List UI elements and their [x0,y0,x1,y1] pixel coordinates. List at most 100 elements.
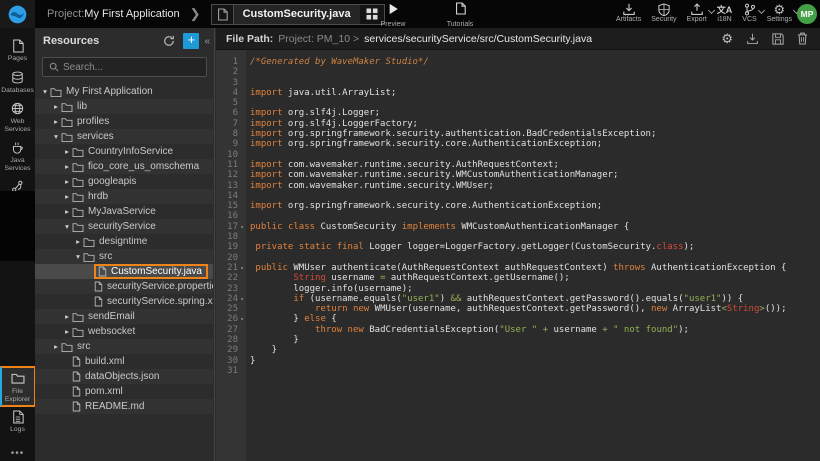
expand-arrow-icon[interactable]: ▸ [62,207,72,216]
wavemaker-logo[interactable] [0,0,35,28]
sidebar-item-databases[interactable]: Databases [0,66,35,98]
code-line-23[interactable]: 23 logger.info(username); [216,284,820,294]
tutorials-button[interactable]: Tutorials [438,2,482,28]
user-avatar[interactable]: MP [797,4,817,24]
code-line-8[interactable]: 8import org.springframework.security.aut… [216,129,820,139]
tree-item-fico-core-us-omschema[interactable]: ▸fico_core_us_omschema [35,159,213,174]
collapse-arrow-icon[interactable]: ▾ [62,222,72,231]
expand-arrow-icon[interactable]: ▸ [62,162,72,171]
tree-item-sendemail[interactable]: ▸sendEmail [35,309,213,324]
sidebar-item-more[interactable]: ••• [0,442,35,456]
i18n-button[interactable]: 文Ai18N [717,2,733,23]
code-line-31[interactable]: 31 [216,366,820,376]
code-line-7[interactable]: 7import org.slf4j.LoggerFactory; [216,119,820,129]
sidebar-item-logs[interactable]: Logs [0,405,35,437]
collapse-panel-icon[interactable]: « [204,36,210,47]
tree-item-securityservice-spring-xml[interactable]: securityService.spring.xml [35,294,213,309]
delete-icon[interactable] [797,32,808,45]
wavemaker-studio-window: Project:My First Application ❯ CustomSec… [0,0,820,461]
expand-arrow-icon[interactable]: ▸ [62,327,72,336]
artifacts-button[interactable]: Artifacts [616,2,641,23]
vcs-button[interactable]: VCS [742,2,756,23]
code-line-22[interactable]: 22 String username = authRequestContext.… [216,273,820,283]
code-line-27[interactable]: 27 throw new BadCredentialsException("Us… [216,325,820,335]
search-input[interactable] [63,62,200,73]
tree-item-securityservice[interactable]: ▾securityService [35,219,213,234]
resources-search[interactable] [42,57,207,77]
tree-item-securityservice-properties[interactable]: securityService.properties [35,279,213,294]
code-area[interactable]: 1/*Generated by WaveMaker Studio*/234imp… [216,50,820,461]
action-label: Settings [767,16,792,23]
code-line-14[interactable]: 14 [216,191,820,201]
code-line-12[interactable]: 12import com.wavemaker.runtime.security.… [216,170,820,180]
folder-icon [50,87,62,97]
tree-item-myjavaservice[interactable]: ▸MyJavaService [35,204,213,219]
code-line-11[interactable]: 11import com.wavemaker.runtime.security.… [216,160,820,170]
preview-button[interactable]: Preview [372,2,414,28]
tree-item-hrdb[interactable]: ▸hrdb [35,189,213,204]
code-line-26[interactable]: 26▾ } else { [216,314,820,324]
tree-item-my-first-application[interactable]: ▾My First Application [35,84,213,99]
code-line-4[interactable]: 4import java.util.ArrayList; [216,88,820,98]
code-line-15[interactable]: 15import org.springframework.security.co… [216,201,820,211]
file-icon[interactable] [212,5,234,24]
security-button[interactable]: Security [651,2,676,23]
sidebar-item-pages[interactable]: Pages [0,34,35,66]
code-line-9[interactable]: 9import org.springframework.security.cor… [216,139,820,149]
tree-item-build-xml[interactable]: build.xml [35,354,213,369]
collapse-arrow-icon[interactable]: ▾ [51,132,61,141]
code-line-28[interactable]: 28 } [216,335,820,345]
tree-item-services[interactable]: ▾services [35,129,213,144]
refresh-icon[interactable] [161,33,177,49]
tree-item-countryinfoservice[interactable]: ▸CountryInfoService [35,144,213,159]
tree-item-googleapis[interactable]: ▸googleapis [35,174,213,189]
code-line-2[interactable]: 2 [216,67,820,77]
tree-item-readme-md[interactable]: README.md [35,399,213,414]
add-resource-button[interactable]: + [183,33,199,49]
code-line-13[interactable]: 13import com.wavemaker.runtime.security.… [216,181,820,191]
gear-icon[interactable]: ⚙ [721,32,733,45]
import-icon[interactable] [746,33,759,45]
code-line-30[interactable]: 30} [216,356,820,366]
code-line-17[interactable]: 17▾public class CustomSecurity implement… [216,222,820,232]
tree-item-designtime[interactable]: ▸designtime [35,234,213,249]
sidebar-item-java-services[interactable]: JavaServices [0,136,35,175]
code-line-1[interactable]: 1/*Generated by WaveMaker Studio*/ [216,57,820,67]
tree-item-profiles[interactable]: ▸profiles [35,114,213,129]
expand-arrow-icon[interactable]: ▸ [62,312,72,321]
tree-item-websocket[interactable]: ▸websocket [35,324,213,339]
export-button[interactable]: Export [687,2,707,23]
settings-button[interactable]: ⚙Settings [767,2,792,23]
tree-item-pom-xml[interactable]: pom.xml [35,384,213,399]
expand-arrow-icon[interactable]: ▸ [51,117,61,126]
code-line-20[interactable]: 20 [216,253,820,263]
tree-item-dataobjects-json[interactable]: dataObjects.json [35,369,213,384]
code-line-16[interactable]: 16 [216,211,820,221]
code-line-24[interactable]: 24▾ if (username.equals("user1") && auth… [216,294,820,304]
expand-arrow-icon[interactable]: ▸ [73,237,83,246]
expand-arrow-icon[interactable]: ▸ [62,177,72,186]
code-line-29[interactable]: 29 } [216,345,820,355]
code-line-5[interactable]: 5 [216,98,820,108]
sidebar-item-web-services[interactable]: WebServices [0,97,35,136]
collapse-arrow-icon[interactable]: ▾ [40,87,50,96]
sidebar-item-file-explorer[interactable]: FileExplorer [0,367,35,406]
tree-item-src[interactable]: ▸src [35,339,213,354]
tree-item-src[interactable]: ▾src [35,249,213,264]
code-line-6[interactable]: 6import org.slf4j.Logger; [216,108,820,118]
expand-arrow-icon[interactable]: ▸ [51,342,61,351]
code-line-25[interactable]: 25 return new WMUser(username, authReque… [216,304,820,314]
tab-customsecurity-java[interactable]: CustomSecurity.java [234,5,360,24]
tree-item-lib[interactable]: ▸lib [35,99,213,114]
save-icon[interactable] [772,33,784,45]
code-line-10[interactable]: 10 [216,150,820,160]
tree-item-customsecurity-java[interactable]: CustomSecurity.java [35,264,213,279]
code-line-21[interactable]: 21▾ public WMUser authenticate(AuthReque… [216,263,820,273]
code-line-19[interactable]: 19 private static final Logger logger=Lo… [216,242,820,252]
code-line-18[interactable]: 18 [216,232,820,242]
expand-arrow-icon[interactable]: ▸ [62,192,72,201]
expand-arrow-icon[interactable]: ▸ [62,147,72,156]
code-line-3[interactable]: 3 [216,78,820,88]
expand-arrow-icon[interactable]: ▸ [51,102,61,111]
collapse-arrow-icon[interactable]: ▾ [73,252,83,261]
